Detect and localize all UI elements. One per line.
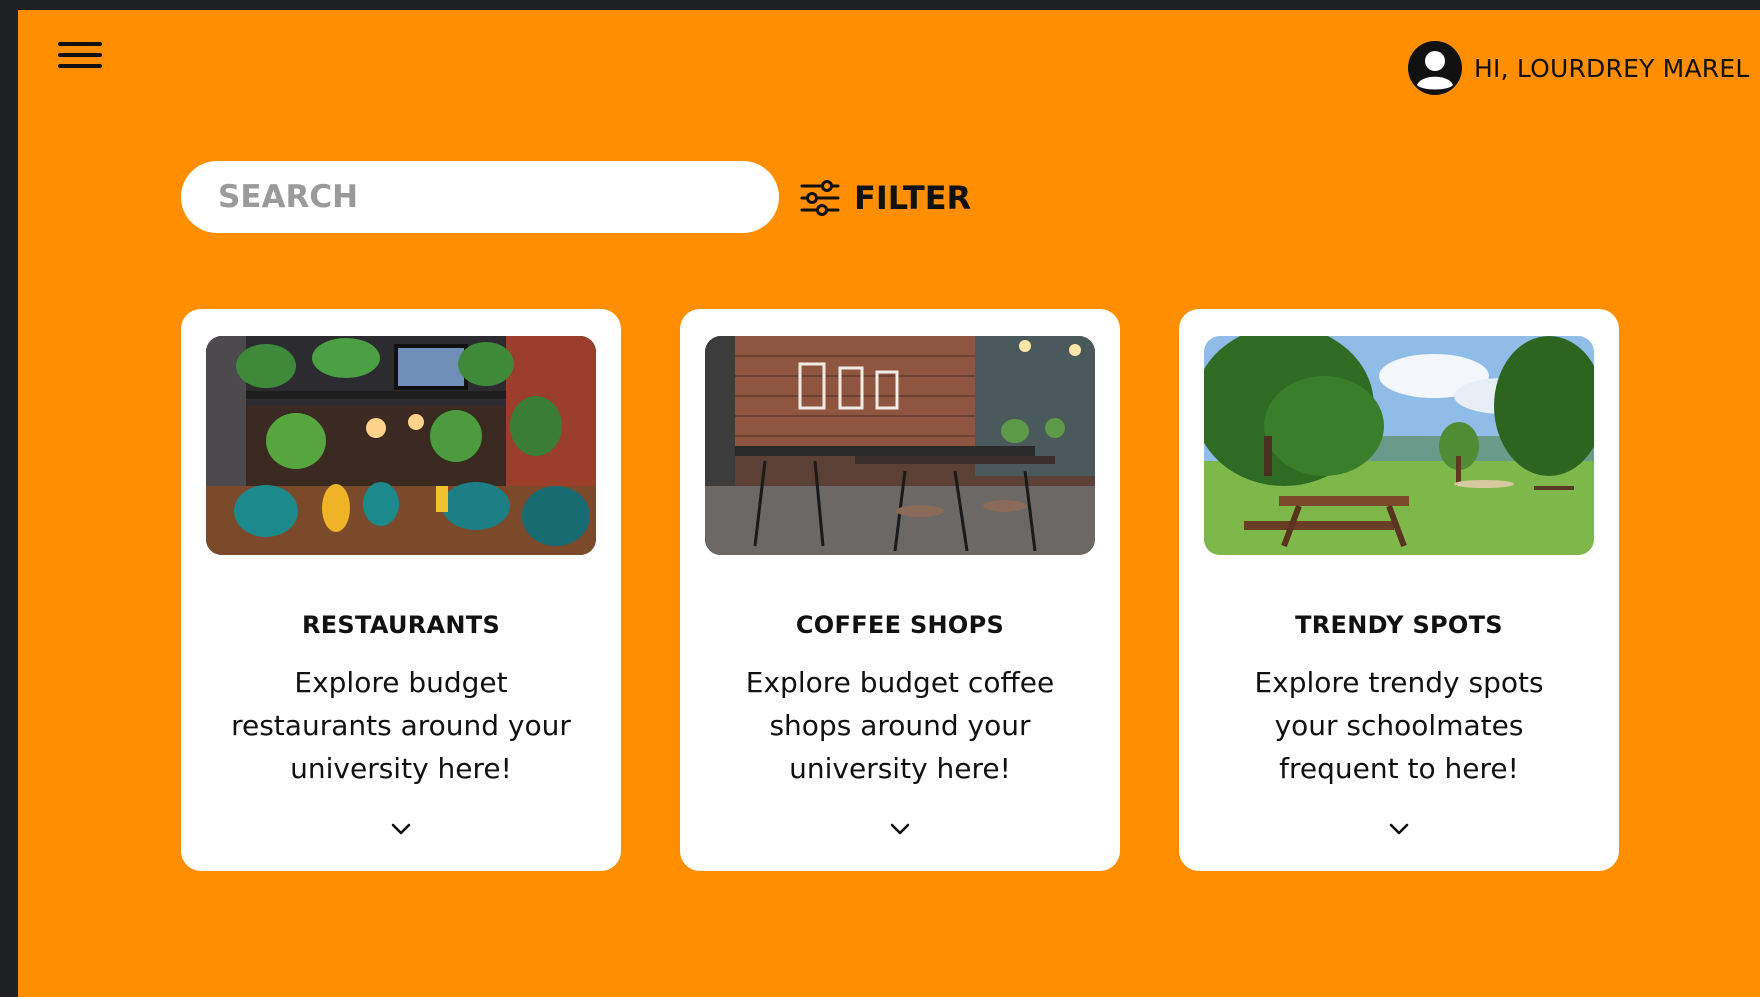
search-bar[interactable] (181, 161, 779, 233)
card-title: TRENDY SPOTS (1295, 611, 1503, 639)
card-description: Explore budget coffee shops around your … (745, 666, 1055, 785)
user-avatar-icon (1408, 41, 1462, 95)
filter-label: FILTER (854, 179, 972, 217)
card-restaurants[interactable]: RESTAURANTS Explore budget restaurants a… (181, 309, 621, 871)
hamburger-menu-icon[interactable] (58, 38, 102, 72)
user-menu[interactable]: HI, LOURDREY MAREL (1408, 40, 1749, 96)
chevron-down-icon[interactable] (389, 821, 413, 837)
coffee-shop-interior-photo (705, 336, 1095, 555)
restaurant-interior-photo (206, 336, 596, 555)
card-title: RESTAURANTS (301, 611, 501, 639)
park-picnic-photo (1204, 336, 1594, 555)
filter-button[interactable]: FILTER (800, 174, 971, 222)
card-coffee-shops[interactable]: COFFEE SHOPS Explore budget coffee shops… (680, 309, 1120, 871)
card-description: Explore trendy spots your schoolmates fr… (1254, 666, 1544, 785)
user-greeting: HI, LOURDREY MAREL (1474, 53, 1750, 83)
card-title: COFFEE SHOPS (795, 611, 1005, 639)
chevron-down-icon[interactable] (888, 821, 912, 837)
app-screen: HI, LOURDREY MAREL FILTER (18, 10, 1760, 997)
chevron-down-icon[interactable] (1387, 821, 1411, 837)
card-trendy-spots[interactable]: TRENDY SPOTS Explore trendy spots your s… (1179, 309, 1619, 871)
search-input[interactable] (216, 178, 740, 216)
sliders-icon (800, 180, 840, 216)
card-description: Explore budget restaurants around your u… (231, 666, 571, 785)
